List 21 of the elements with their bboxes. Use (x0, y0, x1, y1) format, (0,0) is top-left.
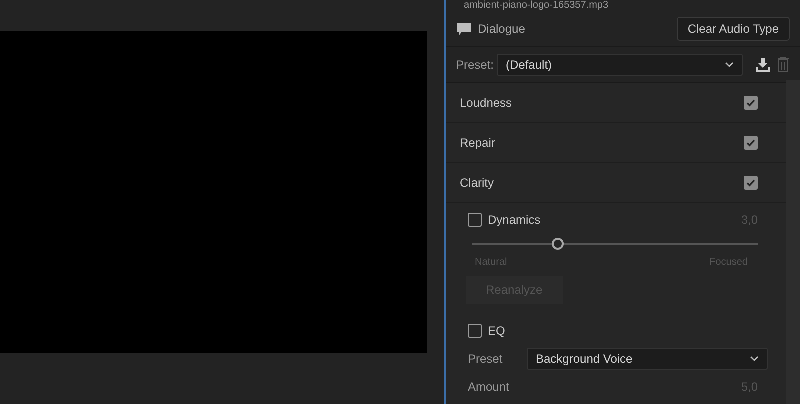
clip-name: ambient-piano-logo-165357.mp3 (464, 0, 609, 11)
audio-type-label: Dialogue (478, 21, 526, 38)
preset-dropdown[interactable]: Background Voice (527, 348, 768, 370)
clear-audio-type-button[interactable]: Clear Audio Type (676, 17, 790, 41)
caret-icon (725, 62, 734, 68)
eq-label: EQ (488, 323, 506, 340)
checkbox[interactable] (468, 324, 482, 338)
checkbox[interactable] (744, 136, 758, 150)
amount-label: Amount (468, 379, 510, 396)
section-label: Clarity (460, 174, 494, 192)
section-label: Loudness (460, 94, 512, 112)
preset-label: Preset (468, 351, 504, 368)
checkbox[interactable] (744, 96, 758, 110)
speech-bubble-icon (456, 22, 472, 36)
dynamics-label: Dynamics (488, 212, 541, 229)
section-label: Repair (460, 134, 496, 152)
caret-icon (750, 356, 759, 362)
download-icon[interactable] (755, 56, 771, 72)
preset-label: Preset: (456, 56, 494, 74)
checkbox[interactable] (744, 176, 758, 190)
preset-dropdown[interactable]: (Default) (497, 54, 743, 76)
